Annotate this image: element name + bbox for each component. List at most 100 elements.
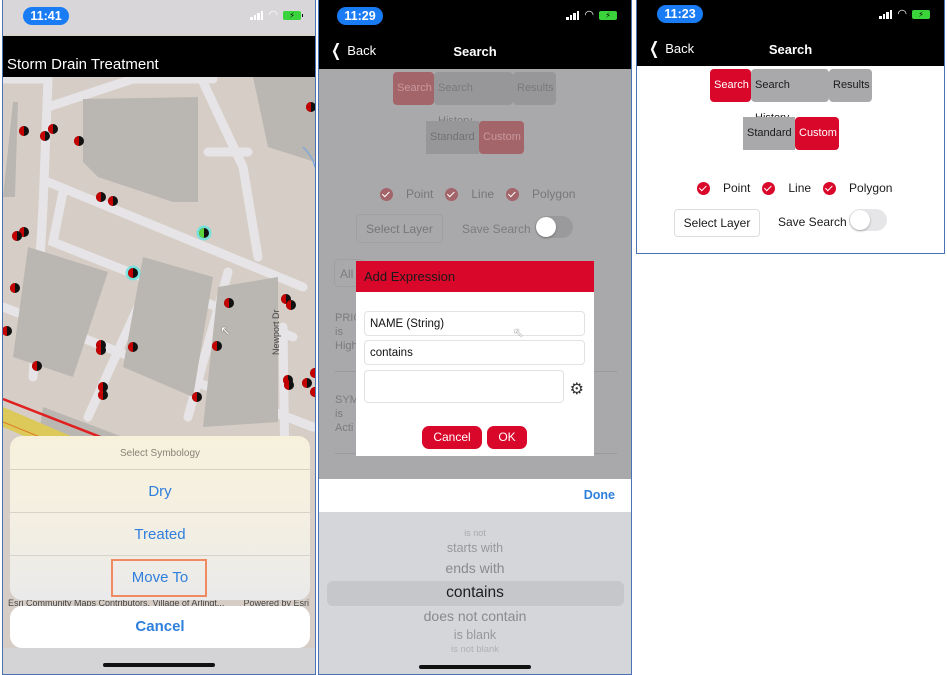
app-title: Storm Drain Treatment <box>3 36 315 77</box>
storm-drain-marker[interactable] <box>128 342 138 352</box>
storm-drain-marker[interactable] <box>12 231 22 241</box>
mode-standard[interactable]: Standard <box>743 117 795 150</box>
street-label: Newport Dr <box>271 309 281 355</box>
storm-drain-marker[interactable] <box>212 341 222 351</box>
page-title: Search <box>768 42 813 57</box>
storm-drain-marker[interactable] <box>302 378 312 388</box>
action-sheet: Select Symbology Dry Treated Move To <box>10 436 310 600</box>
road <box>198 77 263 262</box>
checkbox-point[interactable] <box>380 187 393 201</box>
storm-drain-marker[interactable] <box>310 387 315 397</box>
mode-custom[interactable]: Custom <box>795 117 839 150</box>
dialog-cancel-button[interactable]: Cancel <box>422 426 482 449</box>
home-indicator <box>103 663 215 667</box>
selected-storm-drain-marker[interactable] <box>196 225 212 241</box>
checkbox-polygon[interactable] <box>506 187 520 201</box>
picker-option[interactable]: is not <box>319 528 631 538</box>
building <box>83 97 198 202</box>
storm-drain-marker[interactable] <box>224 298 234 308</box>
select-layer-button[interactable]: Select Layer <box>674 209 760 237</box>
status-time: 11:29 <box>337 7 383 25</box>
selected-storm-drain-marker[interactable] <box>125 265 141 281</box>
mouse-cursor-icon: ↖ <box>513 325 524 340</box>
nav-bar: ❮ Back Search <box>637 32 944 66</box>
checkbox-line[interactable] <box>445 187 459 201</box>
picker-option-selected[interactable]: contains <box>319 584 631 602</box>
mode-standard[interactable]: Standard <box>426 121 479 154</box>
add-expression-dialog: Add Expression NAME (String) ↖ contains … <box>356 261 594 456</box>
storm-drain-marker[interactable] <box>74 136 84 146</box>
tab-search[interactable]: Search <box>710 69 751 102</box>
storm-drain-marker[interactable] <box>192 392 202 402</box>
action-sheet-cancel-button[interactable]: Cancel <box>10 606 310 648</box>
checkbox-point[interactable] <box>697 181 710 195</box>
save-search-toggle[interactable] <box>849 209 887 231</box>
search-add-expression-screen: 11:29 ◠ ⚡ ❮Back Search Search Search His… <box>318 0 632 675</box>
search-tabs: Search Search History Results <box>710 69 872 124</box>
building <box>13 247 108 377</box>
mode-custom[interactable]: Custom <box>479 121 524 154</box>
picker-option[interactable]: does not contain <box>319 608 631 624</box>
action-move-to[interactable]: Move To <box>10 556 310 599</box>
status-bar: 11:23 ◠ ⚡ <box>637 0 944 32</box>
storm-drain-marker[interactable] <box>284 380 294 390</box>
status-time: 11:23 <box>657 5 703 23</box>
picker-done-button[interactable]: Done <box>584 488 615 502</box>
value-input[interactable] <box>364 370 564 403</box>
cellular-signal-icon <box>566 10 580 20</box>
save-search-toggle[interactable] <box>535 216 573 238</box>
building <box>3 102 18 197</box>
storm-drain-map-screen: 11:41 ◠ ⚡ Storm Drain Treatment Newport … <box>2 0 316 675</box>
storm-drain-marker[interactable] <box>98 390 108 400</box>
save-search-label: Save Search <box>778 215 847 229</box>
storm-drain-marker[interactable] <box>96 192 106 202</box>
checkbox-polygon[interactable] <box>823 181 837 195</box>
storm-drain-marker[interactable] <box>3 326 12 336</box>
tab-search-history[interactable]: Search History <box>751 69 829 124</box>
gear-icon[interactable]: ⚙ <box>570 379 584 399</box>
storm-drain-marker[interactable] <box>310 368 315 378</box>
search-tabs: Search Search History Results <box>393 72 556 127</box>
picker-option[interactable]: ends with <box>319 560 631 576</box>
tab-results[interactable]: Results <box>513 72 556 105</box>
action-treated[interactable]: Treated <box>10 513 310 556</box>
battery-charging-icon: ⚡ <box>283 10 303 20</box>
tab-results[interactable]: Results <box>829 69 872 102</box>
field-selector[interactable]: NAME (String) <box>364 311 585 336</box>
cellular-signal-icon <box>879 9 893 19</box>
save-search-label: Save Search <box>462 222 531 236</box>
status-bar: 11:41 ◠ ⚡ <box>3 0 315 34</box>
operator-selector[interactable]: contains <box>364 340 585 365</box>
wifi-icon: ◠ <box>268 9 278 21</box>
operator-picker[interactable]: is not starts with ends with contains do… <box>319 512 631 674</box>
picker-option[interactable]: starts with <box>319 541 631 555</box>
nav-bar: ❮ Back Search <box>319 34 631 69</box>
search-screen: 11:23 ◠ ⚡ ❮Back Search Search Search His… <box>636 0 945 254</box>
mode-toggle: Standard Custom <box>743 117 839 150</box>
select-layer-button[interactable]: Select Layer <box>356 214 443 243</box>
picker-option[interactable]: is blank <box>319 628 631 642</box>
tab-search-history[interactable]: Search History <box>434 72 513 127</box>
storm-drain-marker[interactable] <box>10 283 20 293</box>
geometry-filters: Point Line Polygon <box>697 181 904 195</box>
storm-drain-marker[interactable] <box>286 300 296 310</box>
mouse-cursor-icon: ↖ <box>220 323 231 338</box>
tab-search[interactable]: Search <box>393 72 434 105</box>
storm-drain-marker[interactable] <box>32 361 42 371</box>
battery-charging-icon: ⚡ <box>599 10 619 20</box>
storm-drain-marker[interactable] <box>40 131 50 141</box>
storm-drain-marker[interactable] <box>48 124 58 134</box>
wifi-icon: ◠ <box>897 8 907 20</box>
status-time: 11:41 <box>23 7 69 25</box>
storm-drain-marker[interactable] <box>108 196 118 206</box>
battery-charging-icon: ⚡ <box>912 9 932 19</box>
picker-option[interactable]: is not blank <box>319 644 631 653</box>
action-dry[interactable]: Dry <box>10 470 310 513</box>
storm-drain-marker[interactable] <box>96 345 106 355</box>
cellular-signal-icon <box>250 10 264 20</box>
picker-toolbar: Done <box>319 479 631 512</box>
dialog-ok-button[interactable]: OK <box>487 426 527 449</box>
storm-drain-marker[interactable] <box>19 126 29 136</box>
checkbox-line[interactable] <box>762 181 776 195</box>
home-indicator <box>419 665 531 669</box>
